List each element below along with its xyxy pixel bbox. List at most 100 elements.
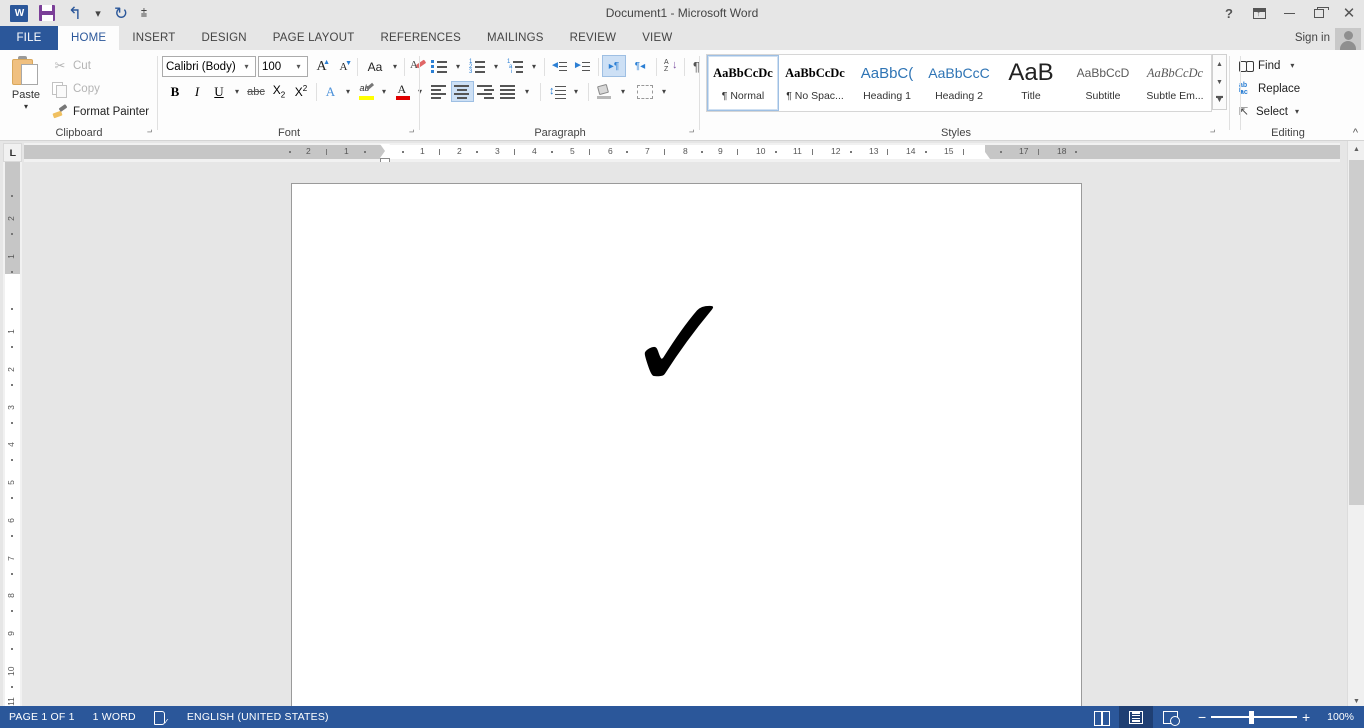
zoom-out-button[interactable]: − — [1193, 706, 1211, 728]
scrollbar-thumb[interactable] — [1349, 160, 1364, 505]
numbering-dropdown-icon[interactable]: ▾ — [489, 56, 503, 77]
sort-button[interactable]: A Z ↓ — [660, 56, 682, 77]
font-size-input[interactable] — [259, 57, 291, 76]
style-heading-1[interactable]: AaBbC( Heading 1 — [851, 55, 923, 111]
tab-references[interactable]: REFERENCES — [367, 26, 474, 50]
tab-design[interactable]: DESIGN — [188, 26, 259, 50]
styles-more-icon[interactable]: ▼▬ — [1213, 91, 1226, 109]
rtl-text-direction-button[interactable]: ¶◂ — [628, 55, 652, 77]
language-indicator[interactable]: ENGLISH (UNITED STATES) — [178, 706, 338, 728]
zoom-in-button[interactable]: + — [1297, 706, 1315, 728]
underline-dropdown-icon[interactable]: ▾ — [230, 81, 244, 102]
styles-dialog-launcher[interactable] — [1207, 127, 1218, 138]
font-name-combo[interactable]: ▾ — [162, 56, 256, 77]
change-case-dropdown-icon[interactable]: ▾ — [388, 56, 402, 77]
change-case-button[interactable]: Aa — [362, 56, 388, 77]
borders-button[interactable] — [633, 81, 657, 102]
grow-font-button[interactable]: A▲ — [311, 56, 332, 77]
font-name-dropdown-icon[interactable]: ▾ — [239, 57, 254, 76]
horizontal-ruler[interactable]: 2 1 1 2 3 4 5 6 7 8 9 10 11 12 13 14 15 … — [24, 143, 1340, 162]
decrease-indent-button[interactable]: ◄ — [548, 56, 571, 77]
copy-button[interactable]: Copy — [48, 79, 104, 99]
scroll-up-icon[interactable]: ▲ — [1348, 141, 1364, 158]
shading-button[interactable] — [592, 81, 616, 102]
tab-stop-selector[interactable]: L — [3, 143, 22, 162]
vertical-ruler[interactable]: 2 1 1 2 3 4 5 6 7 8 9 10 11 — [3, 162, 22, 710]
bullets-button[interactable] — [428, 56, 451, 77]
style-no-spacing[interactable]: AaBbCcDc ¶ No Spac... — [779, 55, 851, 111]
first-line-indent-marker[interactable] — [380, 144, 390, 151]
collapse-ribbon-icon[interactable]: ^ — [1353, 127, 1358, 139]
ribbon-display-options-icon[interactable] — [1244, 0, 1274, 26]
tab-page-layout[interactable]: PAGE LAYOUT — [260, 26, 368, 50]
justify-dropdown-icon[interactable]: ▾ — [520, 81, 534, 102]
proofing-status-button[interactable] — [145, 706, 178, 728]
sign-in-button[interactable]: Sign in — [1295, 26, 1330, 50]
restore-icon[interactable] — [1304, 0, 1334, 26]
styles-scroll-up-icon[interactable]: ▲ — [1213, 55, 1226, 73]
replace-button[interactable]: ab ac ↳ Replace — [1236, 78, 1303, 99]
align-left-button[interactable] — [428, 81, 451, 102]
avatar[interactable] — [1335, 28, 1361, 50]
zoom-level[interactable]: 100% — [1321, 711, 1364, 723]
bullets-dropdown-icon[interactable]: ▾ — [451, 56, 465, 77]
format-painter-button[interactable]: Format Painter — [48, 102, 153, 122]
numbering-button[interactable]: 1 2 3 — [466, 56, 489, 77]
tab-view[interactable]: VIEW — [629, 26, 685, 50]
style-normal[interactable]: AaBbCcDc ¶ Normal — [707, 55, 779, 111]
style-title[interactable]: AaB Title — [995, 55, 1067, 111]
borders-dropdown-icon[interactable]: ▾ — [657, 81, 671, 102]
font-size-combo[interactable]: ▾ — [258, 56, 308, 77]
strikethrough-button[interactable]: abc — [244, 81, 268, 102]
font-size-dropdown-icon[interactable]: ▾ — [291, 57, 306, 76]
tab-review[interactable]: REVIEW — [557, 26, 630, 50]
undo-icon[interactable]: ↰ — [62, 1, 88, 25]
multilevel-list-dropdown-icon[interactable]: ▾ — [527, 56, 541, 77]
line-spacing-button[interactable]: ↕ — [545, 81, 569, 102]
style-subtitle[interactable]: AaBbCcD Subtitle — [1067, 55, 1139, 111]
zoom-slider[interactable] — [1211, 706, 1297, 728]
shrink-font-button[interactable]: A▼ — [333, 56, 354, 77]
ltr-text-direction-button[interactable]: ▸¶ — [602, 55, 626, 77]
paste-dropdown-icon[interactable]: ▾ — [24, 103, 28, 111]
word-count[interactable]: 1 WORD — [84, 706, 145, 728]
align-center-button[interactable] — [451, 81, 474, 102]
style-subtle-emphasis[interactable]: AaBbCcDc Subtle Em... — [1139, 55, 1211, 111]
select-button[interactable]: ⇱ Select ▾ — [1236, 101, 1302, 122]
document-page[interactable]: ✓ — [291, 183, 1082, 710]
line-spacing-dropdown-icon[interactable]: ▾ — [569, 81, 583, 102]
tab-home[interactable]: HOME — [58, 26, 119, 50]
subscript-button[interactable]: X2 — [268, 81, 290, 102]
find-button[interactable]: Find ▾ — [1236, 55, 1297, 76]
font-dialog-launcher[interactable] — [406, 127, 417, 138]
page-indicator[interactable]: PAGE 1 OF 1 — [0, 706, 84, 728]
font-color-button[interactable]: A — [392, 81, 413, 102]
zoom-slider-thumb[interactable] — [1249, 711, 1254, 724]
help-icon[interactable]: ? — [1214, 0, 1244, 26]
paragraph-dialog-launcher[interactable] — [686, 127, 697, 138]
align-right-button[interactable] — [474, 81, 497, 102]
word-logo-icon[interactable]: W — [6, 1, 32, 25]
save-icon[interactable] — [34, 1, 60, 25]
style-heading-2[interactable]: AaBbCcC Heading 2 — [923, 55, 995, 111]
undo-dropdown-icon[interactable]: ▾ — [90, 1, 106, 25]
close-icon[interactable]: ✕ — [1334, 0, 1364, 26]
tab-mailings[interactable]: MAILINGS — [474, 26, 557, 50]
select-dropdown-icon[interactable]: ▾ — [1295, 107, 1299, 116]
text-effects-button[interactable]: A — [320, 81, 341, 102]
clipboard-dialog-launcher[interactable] — [144, 127, 155, 138]
document-workspace[interactable]: ✓ — [22, 162, 1340, 710]
view-read-mode-button[interactable] — [1085, 706, 1119, 728]
paste-button[interactable]: Paste ▾ — [6, 54, 46, 122]
text-effects-dropdown-icon[interactable]: ▾ — [341, 81, 355, 102]
hanging-indent-marker[interactable] — [380, 151, 390, 158]
cut-button[interactable]: ✂ Cut — [48, 56, 95, 76]
tab-file[interactable]: FILE — [0, 26, 58, 50]
italic-button[interactable]: I — [186, 81, 208, 102]
view-print-layout-button[interactable] — [1119, 706, 1153, 728]
multilevel-list-button[interactable]: 1 a i — [504, 56, 527, 77]
vertical-scrollbar[interactable]: ▲ ▼ — [1347, 141, 1364, 710]
customize-qat-icon[interactable]: ⩲ — [136, 1, 152, 25]
redo-icon[interactable]: ↻ — [108, 1, 134, 25]
tab-insert[interactable]: INSERT — [119, 26, 188, 50]
